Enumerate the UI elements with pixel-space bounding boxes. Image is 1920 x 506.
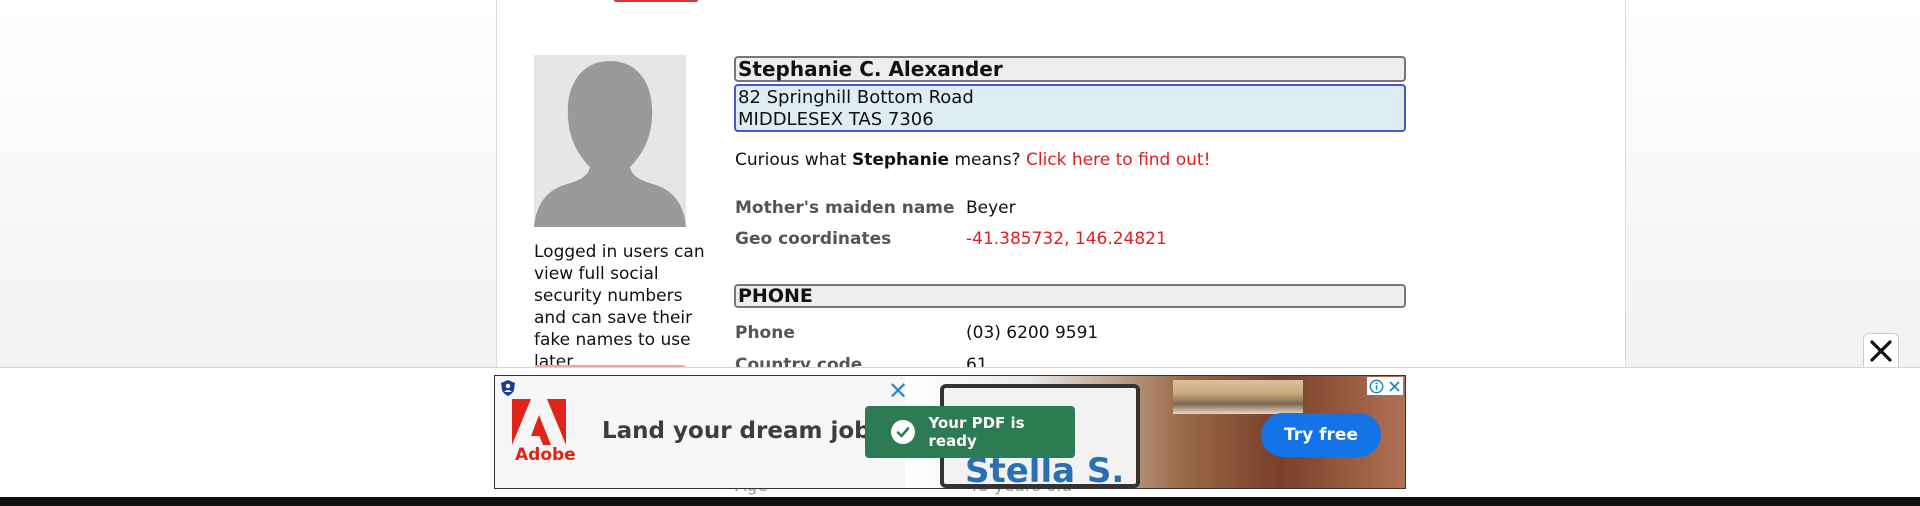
- detail-value: Beyer: [966, 198, 1016, 218]
- detail-value: (03) 6200 9591: [966, 323, 1099, 343]
- shield-icon: [501, 380, 515, 396]
- ad-headline: Land your dream job.: [602, 418, 880, 444]
- detail-label: Phone: [735, 323, 795, 343]
- address-box: 82 Springhill Bottom Road MIDDLESEX TAS …: [734, 84, 1406, 132]
- ad-close-icon[interactable]: [1388, 380, 1401, 393]
- checkmark-icon: [891, 420, 915, 444]
- login-note: Logged in users can view full social sec…: [534, 242, 705, 372]
- ad-banner[interactable]: Stella S. Adobe Land your dream job. ✕ Y…: [494, 375, 1406, 489]
- section-heading-phone: PHONE: [734, 284, 1406, 308]
- first-name: Stephanie: [851, 150, 950, 170]
- name-meaning-prompt: Curious what Stephanie means? Click here…: [735, 148, 1210, 172]
- bottom-edge: [0, 497, 1920, 506]
- name-meaning-link[interactable]: Click here to find out!: [1026, 150, 1210, 170]
- ad-toast-text: Your PDF is ready: [928, 414, 1025, 450]
- detail-label: Geo coordinates: [735, 229, 892, 249]
- address-line-2: MIDDLESEX TAS 7306: [738, 109, 934, 130]
- avatar: [534, 55, 686, 227]
- ad-toast: Your PDF is ready: [865, 406, 1075, 458]
- curious-prefix: Curious what: [735, 150, 852, 170]
- adchoices-icon[interactable]: [1369, 379, 1384, 394]
- curious-suffix: means?: [949, 150, 1026, 170]
- try-free-button[interactable]: Try free: [1261, 413, 1381, 457]
- address-line-1: 82 Springhill Bottom Road: [738, 87, 974, 108]
- close-icon: [1870, 340, 1892, 362]
- geo-coordinates-link[interactable]: -41.385732, 146.24821: [966, 228, 1167, 250]
- close-ad-button[interactable]: [1863, 333, 1899, 368]
- detail-label: Mother's maiden name: [735, 198, 955, 218]
- person-name: Stephanie C. Alexander: [734, 56, 1406, 82]
- ad-dismiss-icon[interactable]: ✕: [888, 377, 908, 405]
- top-tab-edge[interactable]: [614, 0, 698, 2]
- ad-brand: Adobe: [515, 445, 576, 465]
- adchoices-controls[interactable]: [1367, 377, 1403, 395]
- ad-books-image: [1173, 380, 1303, 414]
